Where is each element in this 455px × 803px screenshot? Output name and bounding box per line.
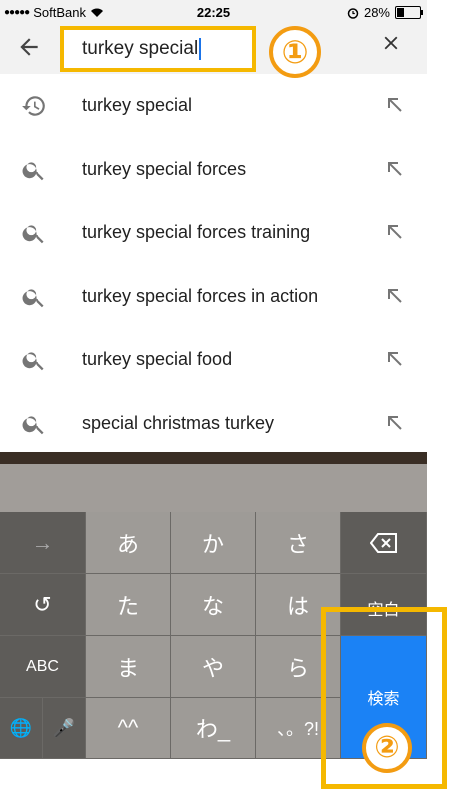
arrow-up-left-icon[interactable] [383,347,407,371]
key-abc[interactable]: ABC [0,636,86,698]
arrow-up-left-icon[interactable] [383,220,407,244]
battery-percent: 28% [363,5,390,20]
suggestion-label: turkey special forces in action [82,285,319,306]
text-caret [199,37,202,60]
search-icon [22,225,44,244]
key-wa[interactable]: わ_ [171,698,256,759]
key-ta[interactable]: た [86,574,171,636]
globe-key[interactable]: 🌐 [0,698,43,759]
search-icon [22,161,44,180]
back-button[interactable] [16,34,46,64]
arrow-up-left-icon[interactable] [383,93,407,117]
suggestion-item[interactable]: turkey special forces [0,138,427,202]
suggestion-label: turkey special forces training [82,222,311,242]
key-sa[interactable]: さ [256,512,341,574]
suggestion-list: turkey special turkey special forces tur… [0,74,427,455]
suggestion-label: turkey special food [82,349,233,369]
history-icon [22,96,45,116]
delete-key[interactable] [341,512,427,574]
search-icon [22,352,44,371]
search-header: turkey special ① [0,24,427,78]
arrow-up-left-icon[interactable] [383,157,407,181]
suggestion-item[interactable]: turkey special food [0,328,427,392]
suggestion-label: turkey special [82,95,193,115]
status-bar: ●●●●● SoftBank 22:25 28% [0,0,427,24]
suggestion-label: special christmas turkey [82,412,275,433]
key-ka[interactable]: か [171,512,256,574]
backspace-icon [369,532,397,553]
keyboard-candidate-bar [0,464,427,512]
background-image-strip [0,452,427,464]
key-next[interactable]: → [0,512,86,574]
key-undo[interactable]: ↺ [0,574,86,636]
step-badge-1: ① [269,26,321,78]
search-icon [22,415,44,434]
arrow-up-left-icon[interactable] [383,284,407,308]
step-badge-2: ② [362,723,412,773]
alarm-icon [347,7,359,19]
close-icon [384,36,398,50]
battery-icon [395,6,423,19]
suggestion-item[interactable]: turkey special forces training [0,201,427,265]
search-input[interactable]: turkey special [60,26,256,72]
search-icon [22,288,44,307]
key-kaomoji[interactable]: ^^ [86,698,171,759]
key-ma[interactable]: ま [86,636,171,698]
suggestion-label: turkey special forces [82,158,247,179]
key-ya[interactable]: や [171,636,256,698]
arrow-left-icon [20,38,38,56]
clear-button[interactable] [380,32,402,62]
suggestion-item[interactable]: special christmas turkey [0,392,427,456]
key-na[interactable]: な [171,574,256,636]
suggestion-item[interactable]: turkey special forces in action [0,265,427,329]
microphone-key[interactable]: 🎤 [43,698,86,759]
arrow-up-left-icon[interactable] [383,411,407,435]
suggestion-item[interactable]: turkey special [0,74,427,138]
key-a[interactable]: あ [86,512,171,574]
search-query-text: turkey special [82,38,199,59]
